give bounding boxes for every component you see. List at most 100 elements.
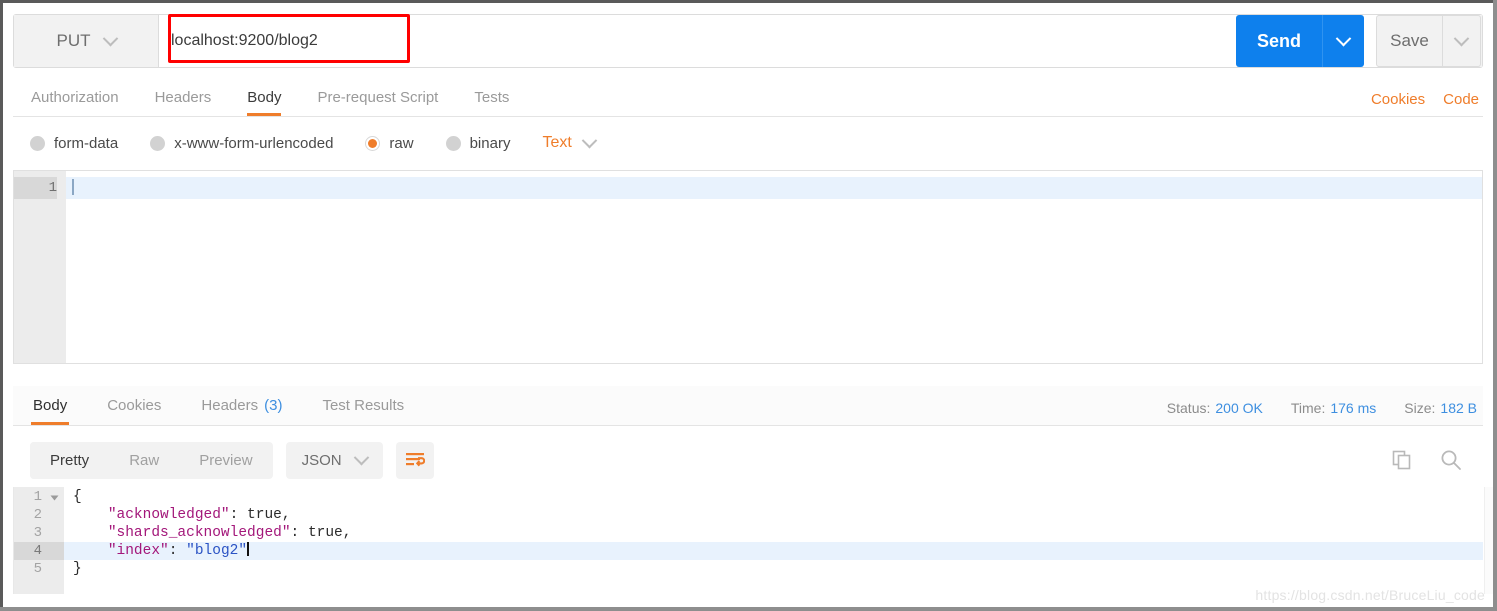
json-line: { bbox=[64, 488, 1483, 506]
size-label: Size: bbox=[1404, 400, 1435, 416]
tab-label: Body bbox=[247, 89, 281, 106]
raw-format-dropdown[interactable]: Text bbox=[542, 134, 594, 152]
line-number: 1 bbox=[14, 488, 64, 506]
response-format-label: JSON bbox=[302, 452, 342, 469]
response-meta: Status:200 OK Time: 176 ms Size: 182 B bbox=[1167, 400, 1483, 425]
send-label: Send bbox=[1236, 15, 1322, 67]
tab-tests[interactable]: Tests bbox=[456, 79, 527, 116]
json-line: "acknowledged": true, bbox=[64, 506, 1483, 524]
size-value: 182 B bbox=[1440, 400, 1477, 416]
code-line[interactable] bbox=[66, 177, 1482, 199]
wrap-lines-icon bbox=[405, 451, 425, 469]
response-tab-test-results[interactable]: Test Results bbox=[302, 386, 424, 425]
line-number: 5 bbox=[14, 560, 64, 578]
time-label: Time: bbox=[1291, 400, 1325, 416]
cookies-link[interactable]: Cookies bbox=[1371, 91, 1425, 108]
http-method-dropdown[interactable]: PUT bbox=[14, 15, 159, 67]
request-tabs-links: Cookies Code bbox=[1371, 91, 1483, 116]
fold-toggle-icon[interactable] bbox=[51, 496, 59, 501]
radio-label: binary bbox=[470, 135, 511, 152]
response-body-viewer[interactable]: 1 2 3 4 5 { "acknowledged": true, "shard… bbox=[13, 487, 1483, 594]
tab-label: Headers bbox=[201, 397, 258, 414]
line-number: 4 bbox=[14, 542, 64, 560]
radio-binary[interactable]: binary bbox=[446, 135, 511, 152]
json-value: true, bbox=[308, 525, 352, 541]
radio-icon bbox=[150, 136, 165, 151]
request-tabs: Authorization Headers Body Pre-request S… bbox=[13, 79, 1483, 117]
radio-label: form-data bbox=[54, 135, 118, 152]
chevron-down-icon bbox=[353, 449, 369, 465]
line-number: 1 bbox=[14, 177, 57, 199]
send-options-dropdown[interactable] bbox=[1322, 15, 1364, 67]
radio-raw[interactable]: raw bbox=[365, 135, 413, 152]
json-value: true, bbox=[247, 507, 291, 523]
tab-label: Cookies bbox=[107, 397, 161, 414]
radio-form-data[interactable]: form-data bbox=[30, 135, 118, 152]
response-tabs: Body Cookies Headers (3) Test Results St… bbox=[13, 386, 1483, 426]
window-frame-top bbox=[0, 0, 1497, 3]
view-mode-label: Raw bbox=[129, 452, 159, 469]
radio-label: x-www-form-urlencoded bbox=[174, 135, 333, 152]
chevron-down-icon bbox=[1336, 30, 1352, 46]
save-label: Save bbox=[1377, 16, 1442, 66]
request-editor-gutter: 1 bbox=[14, 171, 66, 363]
response-code[interactable]: { "acknowledged": true, "shards_acknowle… bbox=[64, 487, 1483, 594]
json-brace: } bbox=[73, 561, 82, 577]
response-gutter: 1 2 3 4 5 bbox=[14, 487, 64, 594]
view-mode-label: Pretty bbox=[50, 452, 89, 469]
response-tab-cookies[interactable]: Cookies bbox=[87, 386, 181, 425]
json-key: "index" bbox=[108, 543, 169, 559]
view-mode-raw[interactable]: Raw bbox=[109, 442, 179, 479]
status-value: 200 OK bbox=[1215, 400, 1262, 416]
line-number: 2 bbox=[14, 506, 64, 524]
tab-pre-request-script[interactable]: Pre-request Script bbox=[299, 79, 456, 116]
response-tab-headers[interactable]: Headers (3) bbox=[181, 386, 302, 425]
tab-body[interactable]: Body bbox=[229, 79, 299, 116]
tab-label: Test Results bbox=[322, 397, 404, 414]
chevron-down-icon bbox=[1454, 30, 1470, 46]
view-mode-label: Preview bbox=[199, 452, 252, 469]
code-link[interactable]: Code bbox=[1443, 91, 1479, 108]
tab-label: Pre-request Script bbox=[317, 89, 438, 106]
radio-label: raw bbox=[389, 135, 413, 152]
raw-format-label: Text bbox=[542, 134, 571, 152]
http-method-label: PUT bbox=[57, 31, 91, 51]
window-frame-right bbox=[1493, 0, 1497, 611]
tab-headers[interactable]: Headers bbox=[137, 79, 230, 116]
tab-label: Tests bbox=[474, 89, 509, 106]
time-value: 176 ms bbox=[1330, 400, 1376, 416]
json-separator: : bbox=[230, 507, 247, 523]
watermark: https://blog.csdn.net/BruceLiu_code bbox=[1255, 587, 1485, 603]
search-button[interactable] bbox=[1439, 448, 1463, 472]
wrap-lines-button[interactable] bbox=[396, 442, 434, 479]
tab-authorization[interactable]: Authorization bbox=[13, 79, 137, 116]
status-meta: Status:200 OK bbox=[1167, 400, 1263, 416]
copy-button[interactable] bbox=[1391, 449, 1413, 471]
postman-window: PUT localhost:9200/blog2 Params Send Sav… bbox=[0, 0, 1497, 611]
response-scrollbar[interactable] bbox=[1484, 487, 1493, 594]
radio-icon bbox=[30, 136, 45, 151]
view-mode-preview[interactable]: Preview bbox=[179, 442, 272, 479]
json-separator: : bbox=[291, 525, 308, 541]
window-frame-left bbox=[0, 0, 3, 611]
request-editor-code[interactable] bbox=[66, 171, 1482, 363]
copy-icon bbox=[1391, 449, 1413, 471]
radio-icon bbox=[446, 136, 461, 151]
radio-icon-selected bbox=[365, 136, 380, 151]
chevron-down-icon bbox=[582, 132, 598, 148]
save-options-dropdown[interactable] bbox=[1442, 16, 1480, 66]
request-url-input[interactable]: localhost:9200/blog2 bbox=[159, 15, 1378, 67]
window-frame-bottom bbox=[0, 607, 1497, 611]
response-format-dropdown[interactable]: JSON bbox=[286, 442, 383, 479]
response-tab-body[interactable]: Body bbox=[13, 386, 87, 425]
request-body-editor[interactable]: 1 bbox=[13, 170, 1483, 364]
save-button[interactable]: Save bbox=[1376, 15, 1481, 67]
tab-label: Body bbox=[33, 397, 67, 414]
body-type-selector: form-data x-www-form-urlencoded raw bina… bbox=[13, 126, 1483, 160]
text-cursor bbox=[72, 179, 74, 195]
radio-x-www-form-urlencoded[interactable]: x-www-form-urlencoded bbox=[150, 135, 333, 152]
tab-label: Headers bbox=[155, 89, 212, 106]
send-button[interactable]: Send bbox=[1236, 15, 1364, 67]
headers-count-badge: (3) bbox=[264, 397, 282, 414]
view-mode-pretty[interactable]: Pretty bbox=[30, 442, 109, 479]
